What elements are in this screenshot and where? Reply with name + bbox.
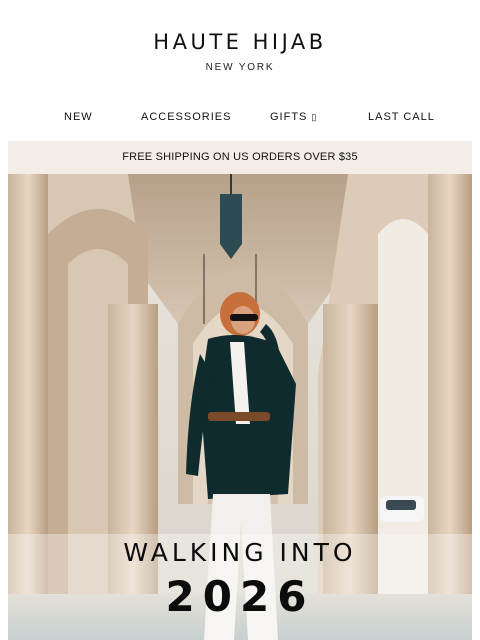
hero-headline-line2: 2026	[165, 572, 315, 621]
main-nav: NEW ACCESSORIES GIFTS ▯ LAST CALL	[0, 111, 480, 127]
nav-item-last-call[interactable]: LAST CALL	[368, 111, 435, 123]
promo-banner-text: FREE SHIPPING ON US ORDERS OVER $35	[122, 151, 358, 163]
promo-banner[interactable]: FREE SHIPPING ON US ORDERS OVER $35	[8, 141, 472, 174]
nav-item-new[interactable]: NEW	[64, 111, 93, 123]
nav-item-gifts[interactable]: GIFTS ▯	[270, 111, 317, 123]
brand-logo[interactable]: HAUTE HIJAB NEW YORK	[0, 30, 480, 73]
hero-image[interactable]: WALKING INTO 2026	[8, 174, 472, 640]
brand-name: HAUTE HIJAB	[153, 30, 327, 54]
nav-item-accessories[interactable]: ACCESSORIES	[141, 111, 231, 123]
nav-item-label: NEW	[64, 111, 93, 123]
nav-item-label: GIFTS	[270, 111, 308, 123]
chevron-down-icon: ▯	[311, 112, 318, 122]
nav-item-label: LAST CALL	[368, 111, 435, 123]
hero-headline-line1: WALKING INTO	[123, 538, 357, 567]
brand-location: NEW YORK	[205, 62, 275, 73]
hero-photo	[8, 174, 472, 640]
nav-item-label: ACCESSORIES	[141, 111, 232, 123]
